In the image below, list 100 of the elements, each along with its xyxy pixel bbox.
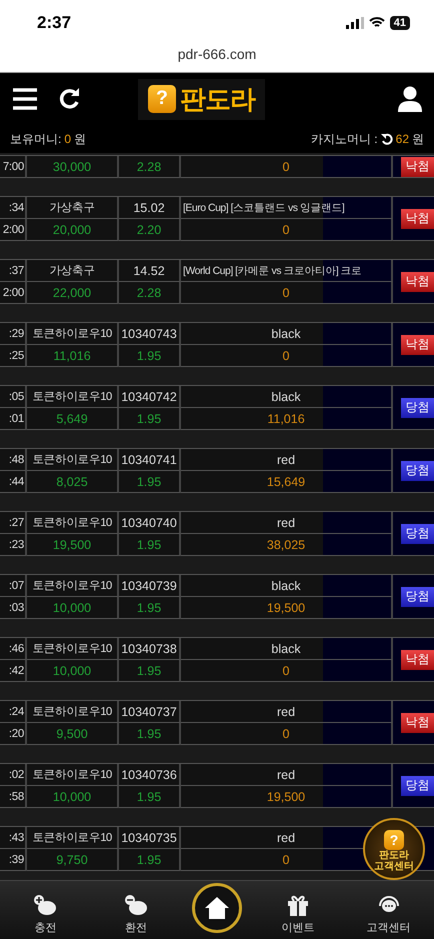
nav-item[interactable]: 고객센터: [354, 894, 424, 935]
round-number: 10340743: [119, 323, 181, 345]
bet-amount: 9,750: [27, 849, 119, 871]
holding-money-value: 0: [64, 132, 72, 146]
bet-pick: black: [181, 638, 393, 660]
nav-item[interactable]: 환전: [101, 894, 172, 935]
bet-amount: 10,000: [27, 597, 119, 619]
odds: 1.95: [119, 849, 181, 871]
result-time: :39: [0, 849, 27, 871]
badge-title: 판도라: [379, 850, 409, 861]
result-time: 2:00: [0, 219, 27, 241]
game-name: 토큰하이로우10: [27, 701, 119, 723]
payout-amount: 0: [181, 219, 393, 241]
game-name: 토큰하이로우10: [27, 323, 119, 345]
bet-time: :05: [0, 386, 27, 408]
url-address[interactable]: pdr-666.com: [178, 46, 256, 62]
bet-pick: black: [181, 575, 393, 597]
bet-pick: [World Cup] [카메룬 vs 크로아티아] 크로: [181, 260, 393, 282]
customer-center-badge[interactable]: ? 판도라 고객센터: [363, 818, 425, 880]
status-time: 2:37: [37, 13, 72, 33]
payout-amount: 0: [181, 282, 393, 304]
user-icon[interactable]: [398, 86, 422, 112]
odds: 2.28: [119, 156, 181, 178]
odds: 1.95: [119, 723, 181, 745]
refresh-icon[interactable]: [58, 88, 80, 110]
nav-item[interactable]: 이벤트: [262, 894, 333, 935]
game-name: 가상축구: [27, 197, 119, 219]
wifi-icon: [368, 17, 385, 29]
round-number: 15.02: [119, 197, 181, 219]
bet-amount: 8,025: [27, 471, 119, 493]
bet-pick: red: [181, 512, 393, 534]
payout-amount: 0: [181, 723, 393, 745]
result-button[interactable]: 낙첨: [401, 208, 434, 228]
logo-text[interactable]: 판도라: [180, 82, 255, 116]
result-time: :42: [0, 660, 27, 682]
round-number: 10340742: [119, 386, 181, 408]
currency-unit: 원: [74, 130, 86, 148]
game-name: 토큰하이로우10: [27, 764, 119, 786]
odds: 1.95: [119, 660, 181, 682]
round-number: 14.52: [119, 260, 181, 282]
bet-amount: 10,000: [27, 660, 119, 682]
bet-time: :34: [0, 197, 27, 219]
result-time: :58: [0, 786, 27, 808]
nav-item[interactable]: 충전: [10, 894, 80, 935]
result-button[interactable]: 당첨: [401, 398, 434, 418]
result-time: :20: [0, 723, 27, 745]
bet-pick: black: [181, 386, 393, 408]
payout-amount: 15,649: [181, 471, 393, 493]
odds: 1.95: [119, 786, 181, 808]
result-button[interactable]: 낙첨: [401, 334, 434, 354]
bet-amount: 11,016: [27, 345, 119, 367]
result-button[interactable]: 당첨: [401, 586, 434, 606]
payout-amount: 0: [181, 660, 393, 682]
odds: 2.20: [119, 219, 181, 241]
signal-icon: [346, 17, 364, 29]
round-number: 10340735: [119, 827, 181, 849]
bet-pick: [Euro Cup] [스코틀랜드 vs 잉글랜드]: [181, 197, 393, 219]
result-time: 7:00: [0, 156, 27, 178]
round-number: 10340737: [119, 701, 181, 723]
result-button[interactable]: 당첨: [401, 524, 434, 544]
bet-amount: 22,000: [27, 282, 119, 304]
bet-amount: 9,500: [27, 723, 119, 745]
result-time: :01: [0, 408, 27, 430]
payout-amount: 38,025: [181, 534, 393, 556]
payout-amount: 19,500: [181, 597, 393, 619]
odds: 1.95: [119, 345, 181, 367]
bet-amount: 5,649: [27, 408, 119, 430]
result-button[interactable]: 낙첨: [401, 272, 434, 292]
result-button[interactable]: 낙첨: [401, 156, 434, 176]
gift-icon: [286, 894, 310, 916]
bet-time: :43: [0, 827, 27, 849]
menu-icon[interactable]: [12, 88, 38, 110]
home-button[interactable]: [192, 883, 242, 933]
bet-time: :24: [0, 701, 27, 723]
payout-amount: 19,500: [181, 786, 393, 808]
result-button[interactable]: 낙첨: [401, 650, 434, 670]
bet-time: :07: [0, 575, 27, 597]
holding-money-label: 보유머니:: [10, 130, 62, 148]
result-time: :23: [0, 534, 27, 556]
payout-amount: 11,016: [181, 408, 393, 430]
casino-money-label: 카지노머니 :: [310, 130, 378, 148]
bet-amount: 30,000: [27, 156, 119, 178]
bet-time: :27: [0, 512, 27, 534]
refresh-icon[interactable]: [380, 133, 393, 145]
piggy-bank-minus-icon: [123, 894, 150, 916]
odds: 1.95: [119, 471, 181, 493]
result-button[interactable]: 당첨: [401, 460, 434, 480]
badge-subtitle: 고객센터: [374, 861, 414, 872]
bet-amount: 19,500: [27, 534, 119, 556]
game-name: 가상축구: [27, 260, 119, 282]
odds: 2.28: [119, 282, 181, 304]
round-number: 10340739: [119, 575, 181, 597]
round-number: 10340740: [119, 512, 181, 534]
result-button[interactable]: 당첨: [401, 776, 434, 796]
bet-pick: red: [181, 449, 393, 471]
bet-time: :46: [0, 638, 27, 660]
game-name: 토큰하이로우10: [27, 449, 119, 471]
result-button[interactable]: 낙첨: [401, 712, 434, 732]
game-name: 토큰하이로우10: [27, 827, 119, 849]
bet-time: :02: [0, 764, 27, 786]
